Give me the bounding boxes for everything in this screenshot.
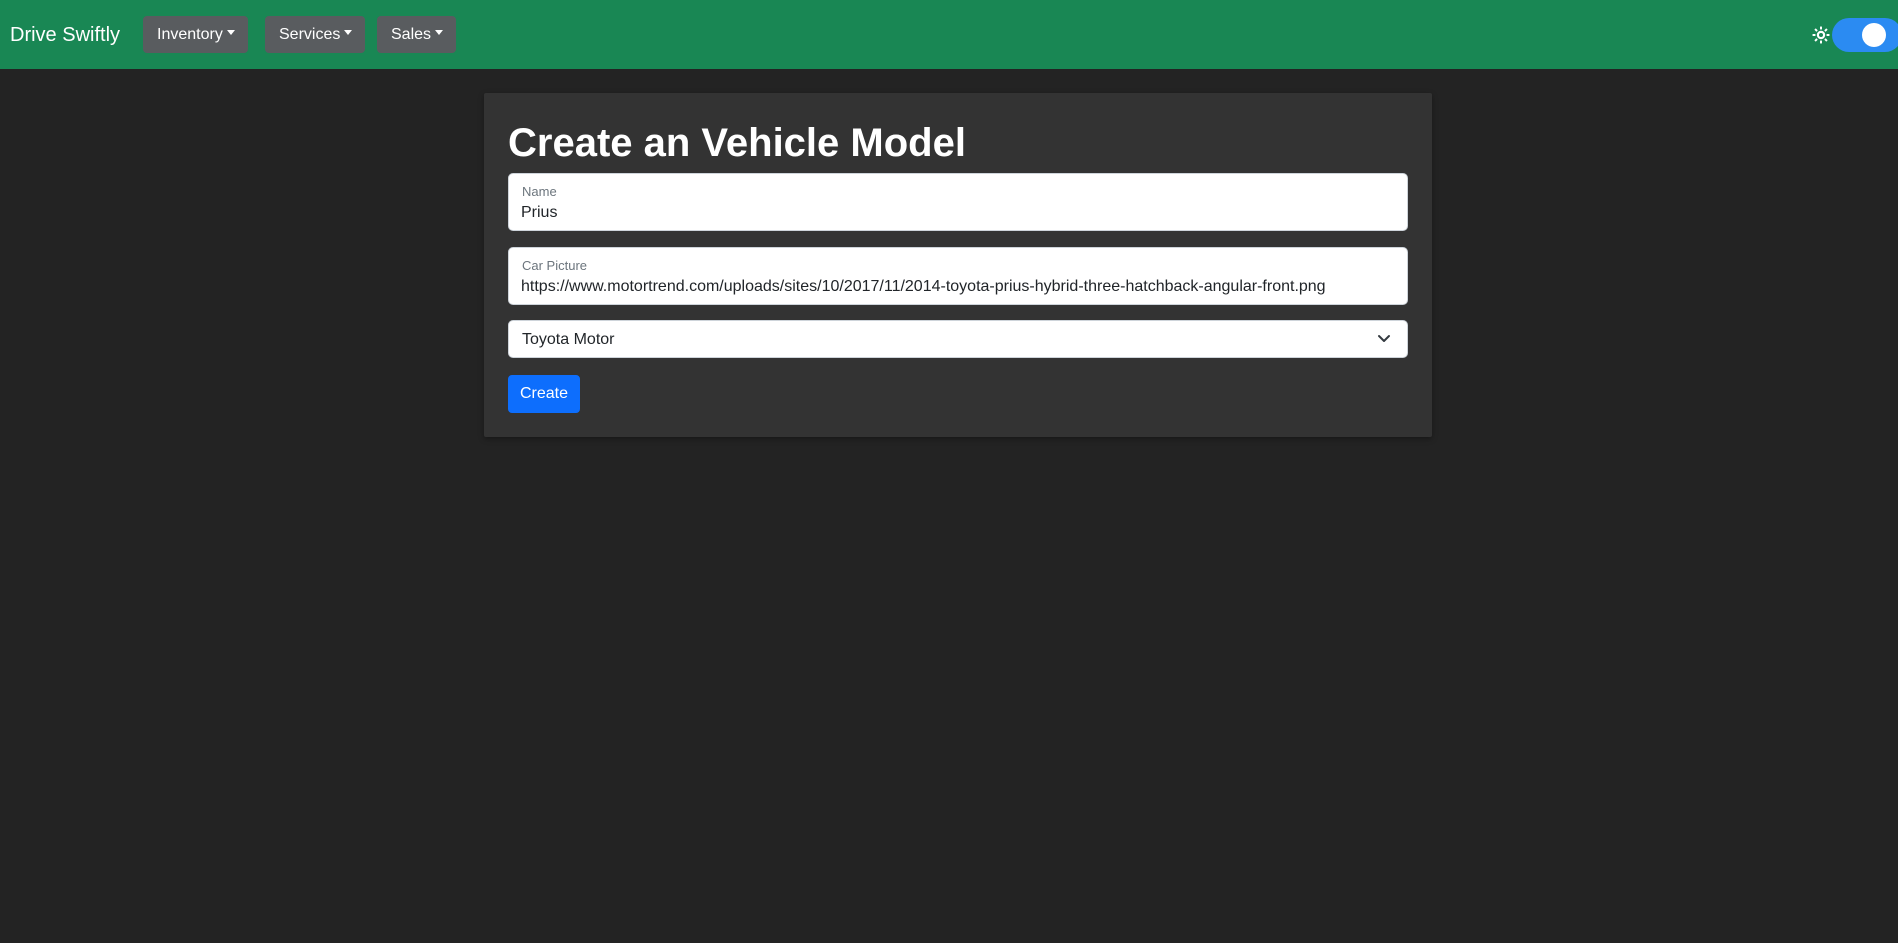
sales-dropdown-label: Sales [391, 26, 432, 43]
sales-dropdown[interactable]: Sales [377, 16, 457, 53]
top-navbar: Drive Swiftly Inventory Services Sales [0, 0, 1898, 69]
create-button[interactable]: Create [508, 375, 580, 413]
page-title: Create an Vehicle Model [508, 121, 966, 165]
services-dropdown-label: Services [279, 26, 341, 43]
name-field-label: Name [522, 184, 557, 199]
caret-down-icon [344, 30, 353, 35]
manufacturer-select[interactable]: Toyota Motor [508, 320, 1408, 358]
picture-field-label: Car Picture [522, 258, 588, 273]
name-input[interactable] [521, 201, 1391, 225]
switch-knob [1862, 23, 1886, 47]
chevron-down-icon [1378, 335, 1390, 342]
picture-field: Car Picture [508, 247, 1408, 305]
brand-link[interactable]: Drive Swiftly [10, 22, 120, 48]
caret-down-icon [435, 30, 444, 35]
create-model-card: Create an Vehicle Model Name Car Picture… [484, 93, 1432, 437]
theme-toggle [1812, 18, 1898, 52]
dark-mode-switch[interactable] [1832, 18, 1898, 52]
manufacturer-select-value: Toyota Motor [522, 331, 615, 348]
inventory-dropdown[interactable]: Inventory [143, 16, 248, 53]
picture-url-input[interactable] [521, 275, 1391, 299]
services-dropdown[interactable]: Services [265, 16, 366, 53]
name-field: Name [508, 173, 1408, 231]
caret-down-icon [226, 30, 235, 35]
sun-icon [1812, 26, 1830, 44]
inventory-dropdown-label: Inventory [157, 26, 223, 43]
